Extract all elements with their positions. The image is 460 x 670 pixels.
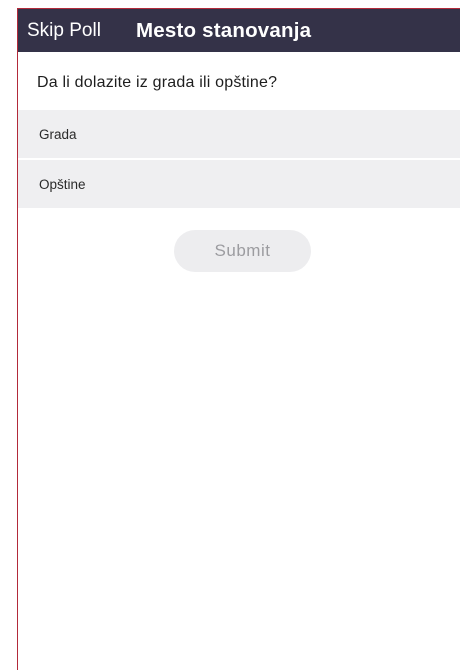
option-opstine[interactable]: Opštine — [18, 160, 460, 208]
poll-screen: Skip Poll Mesto stanovanja Da li dolazit… — [17, 8, 460, 670]
option-label: Grada — [39, 126, 77, 142]
option-label: Opštine — [39, 176, 86, 192]
header-bar: Skip Poll Mesto stanovanja — [18, 9, 460, 52]
page-title: Mesto stanovanja — [136, 18, 312, 42]
skip-poll-button[interactable]: Skip Poll — [18, 20, 136, 42]
options-list: Grada Opštine — [18, 110, 460, 208]
option-grada[interactable]: Grada — [18, 110, 460, 158]
submit-button[interactable]: Submit — [174, 230, 311, 272]
poll-question: Da li dolazite iz grada ili opštine? — [37, 74, 278, 91]
submit-container: Submit — [18, 230, 460, 272]
